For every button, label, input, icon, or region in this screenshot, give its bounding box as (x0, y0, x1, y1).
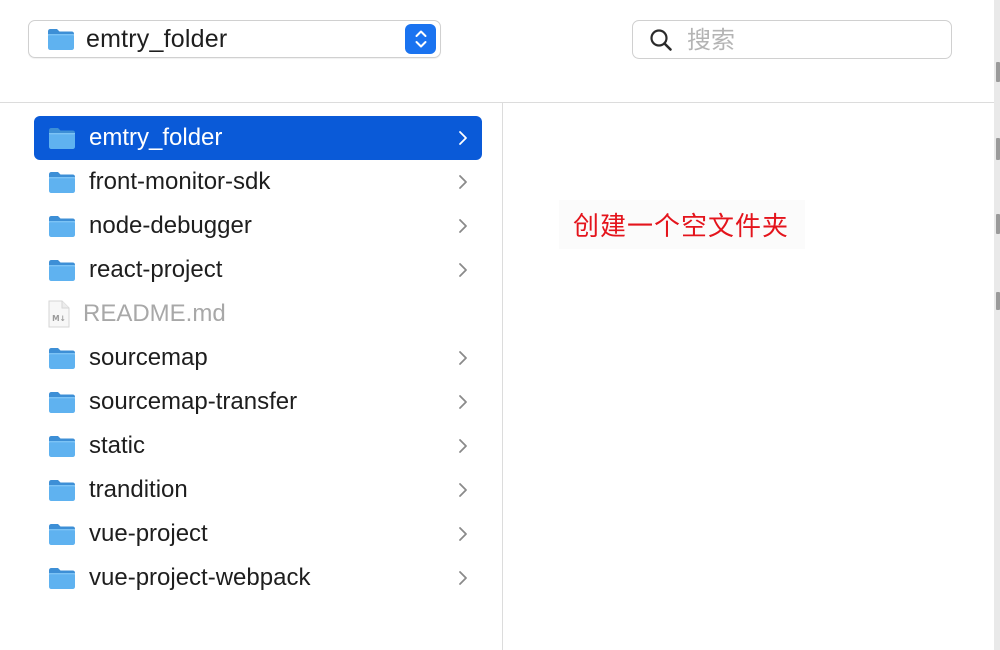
row-label: README.md (83, 300, 226, 327)
row-label: react-project (89, 256, 223, 283)
folder-icon (47, 477, 77, 503)
folder-icon (47, 169, 77, 195)
folder-icon (46, 26, 76, 52)
detail-pane: 创建一个空文件夹 (503, 103, 994, 650)
folder-row[interactable]: sourcemap (34, 336, 482, 380)
markdown-file-icon: M↓ (48, 300, 70, 328)
chevron-right-icon[interactable] (456, 261, 470, 279)
annotation-note: 创建一个空文件夹 (559, 200, 806, 249)
folder-row[interactable]: trandition (34, 468, 482, 512)
chevron-right-icon[interactable] (456, 393, 470, 411)
folder-row[interactable]: vue-project-webpack (34, 556, 482, 600)
folder-icon (47, 433, 77, 459)
search-input[interactable] (685, 24, 929, 55)
chevron-right-icon[interactable] (456, 217, 470, 235)
chevron-right-icon[interactable] (456, 481, 470, 499)
chevron-right-icon[interactable] (456, 525, 470, 543)
folder-row[interactable]: static (34, 424, 482, 468)
chevron-right-icon[interactable] (456, 349, 470, 367)
folder-icon (47, 389, 77, 415)
chevron-right-icon[interactable] (456, 173, 470, 191)
row-label: static (89, 432, 146, 459)
up-down-chevron-icon[interactable] (405, 24, 436, 54)
row-label: node-debugger (89, 212, 252, 239)
folder-icon (47, 521, 77, 547)
chevron-right-icon[interactable] (456, 569, 470, 587)
row-label: sourcemap-transfer (89, 388, 298, 415)
row-label: sourcemap (89, 344, 208, 371)
row-label: trandition (89, 476, 188, 503)
path-selector[interactable]: emtry_folder (28, 20, 441, 58)
folder-row[interactable]: sourcemap-transfer (34, 380, 482, 424)
column-browser: emtry_folder front-monitor-sdk node-debugg… (0, 103, 503, 650)
folder-row[interactable]: react-project (34, 248, 482, 292)
folder-row[interactable]: front-monitor-sdk (34, 160, 482, 204)
chevron-right-icon[interactable] (456, 437, 470, 455)
toolbar: emtry_folder (0, 0, 994, 103)
path-selector-label: emtry_folder (86, 24, 228, 53)
file-row: M↓ README.md (34, 292, 482, 336)
row-label: vue-project (89, 520, 208, 547)
svg-text:M↓: M↓ (52, 314, 66, 323)
folder-icon (47, 257, 77, 283)
folder-icon (47, 565, 77, 591)
row-label: front-monitor-sdk (89, 168, 271, 195)
folder-row[interactable]: vue-project (34, 512, 482, 556)
finder-save-dialog: emtry_folder emtry_folder front-monitor-s… (0, 0, 1000, 650)
window-edge (994, 0, 1000, 650)
row-label: vue-project-webpack (89, 564, 311, 591)
row-label: emtry_folder (89, 124, 223, 151)
folder-icon (47, 213, 77, 239)
search-field[interactable] (632, 20, 952, 59)
folder-icon (47, 345, 77, 371)
chevron-right-icon[interactable] (456, 129, 470, 147)
file-list: emtry_folder front-monitor-sdk node-debugg… (34, 116, 482, 600)
folder-icon (47, 125, 77, 151)
magnifier-icon (649, 28, 673, 52)
folder-row[interactable]: node-debugger (34, 204, 482, 248)
folder-row[interactable]: emtry_folder (34, 116, 482, 160)
